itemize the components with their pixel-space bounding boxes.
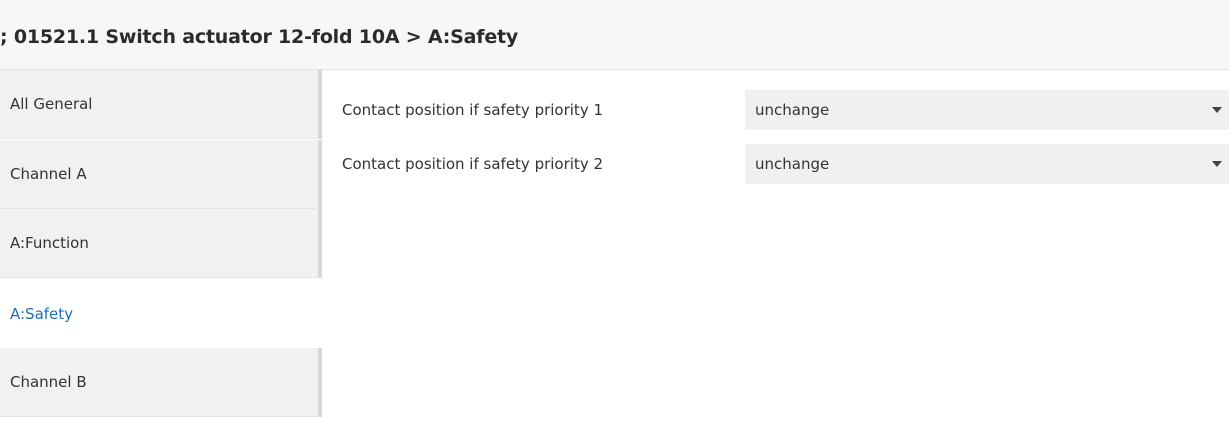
- sidebar-item-a-function[interactable]: A:Function: [0, 209, 322, 278]
- sidebar-item-channel-a[interactable]: Channel A: [0, 140, 322, 209]
- dropdown-arrow-icon: [1212, 161, 1222, 167]
- sidebar-item-label: A:Function: [10, 234, 89, 252]
- contact-position-priority-1-select[interactable]: unchange: [745, 90, 1229, 130]
- sidebar-item-a-safety[interactable]: A:Safety: [0, 279, 322, 348]
- param-label: Contact position if safety priority 2: [342, 155, 604, 173]
- sidebar-item-all-general[interactable]: All General: [0, 70, 322, 139]
- sidebar-item-channel-b[interactable]: Channel B: [0, 348, 322, 417]
- sidebar-item-label: Channel A: [10, 165, 87, 183]
- sidebar-item-label: Channel B: [10, 373, 87, 391]
- sidebar: All General Channel A A:Function A:Safet…: [0, 70, 322, 421]
- select-value: unchange: [755, 101, 830, 119]
- select-value: unchange: [755, 155, 830, 173]
- param-row-safety-priority-1: Contact position if safety priority 1 un…: [342, 90, 1229, 130]
- page-header: ; 01521.1 Switch actuator 12-fold 10A > …: [0, 0, 1229, 70]
- sidebar-item-label: All General: [10, 95, 93, 113]
- contact-position-priority-2-select[interactable]: unchange: [745, 144, 1229, 184]
- param-label: Contact position if safety priority 1: [342, 101, 604, 119]
- param-row-safety-priority-2: Contact position if safety priority 2 un…: [342, 144, 1229, 184]
- page-title: ; 01521.1 Switch actuator 12-fold 10A > …: [0, 26, 519, 48]
- sidebar-item-label: A:Safety: [10, 304, 74, 323]
- dropdown-arrow-icon: [1212, 107, 1222, 113]
